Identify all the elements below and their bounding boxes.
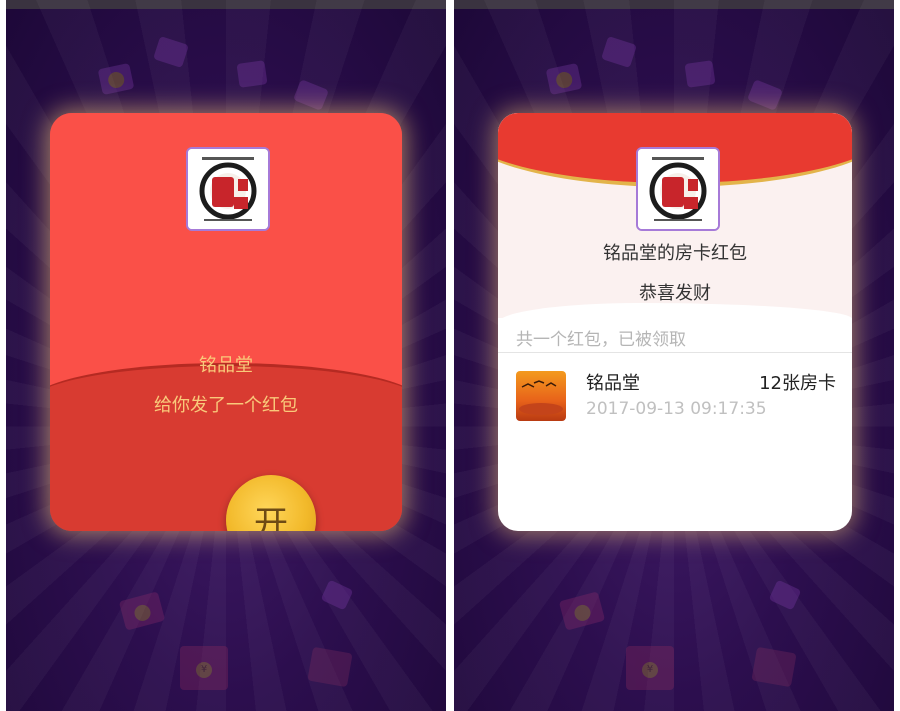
brand-logo-svg bbox=[188, 149, 268, 229]
recipient-name: 铭品堂 bbox=[586, 373, 640, 394]
claim-record-row[interactable]: 铭品堂 12张房卡 2017-09-13 09:17:35 bbox=[516, 369, 836, 425]
greeting-text: 恭喜发财 bbox=[639, 283, 711, 304]
envelope-detail-card: 铭品堂的房卡红包 恭喜发财 共一个红包，已被领取 铭品堂 12张房卡 2017-… bbox=[498, 113, 852, 531]
claim-summary: 共一个红包，已被领取 bbox=[516, 330, 686, 350]
decorative-envelope-icon bbox=[751, 646, 797, 688]
sender-name: 铭品堂 bbox=[199, 355, 253, 376]
brand-logo-icon bbox=[186, 147, 270, 231]
decorative-envelope-icon: ¥ bbox=[180, 646, 228, 690]
avatar bbox=[516, 371, 566, 421]
red-envelope-unopened-screen: ¥ 铭品堂 给你发了一个红包 开 bbox=[6, 0, 446, 711]
divider bbox=[498, 352, 852, 353]
envelope-flap bbox=[50, 363, 402, 531]
sunset-avatar-icon bbox=[516, 371, 566, 421]
decorative-envelope-icon bbox=[236, 60, 268, 88]
brand-logo-icon bbox=[636, 147, 720, 231]
red-envelope-detail-screen: ¥ 铭品堂的房卡红包 恭喜发财 共一个红包，已被领取 铭品堂 12张房卡 201… bbox=[454, 0, 894, 711]
decorative-envelope-icon: ¥ bbox=[626, 646, 674, 690]
decorative-envelope-icon bbox=[684, 60, 716, 88]
envelope-message: 给你发了一个红包 bbox=[154, 395, 298, 416]
red-envelope-card: 铭品堂 给你发了一个红包 开 bbox=[50, 113, 402, 531]
claim-time: 2017-09-13 09:17:35 bbox=[586, 399, 767, 419]
decorative-envelope-icon bbox=[307, 646, 353, 688]
brand-logo-svg bbox=[638, 149, 718, 229]
envelope-title: 铭品堂的房卡红包 bbox=[603, 243, 747, 264]
claimed-amount: 12张房卡 bbox=[759, 373, 836, 394]
